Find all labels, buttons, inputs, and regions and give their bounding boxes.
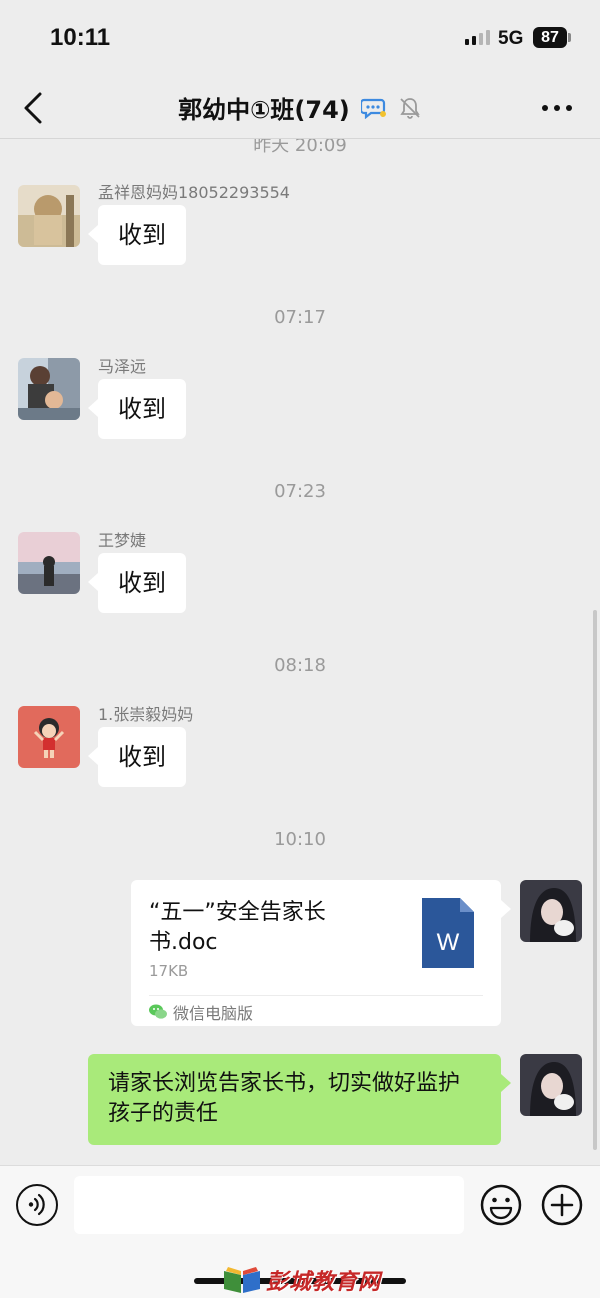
battery-icon: 87 [533,27,567,48]
file-message[interactable]: “五一”安全告家长书.doc 17KB W 微信电脑版 [131,880,511,1026]
chat-title: 郭幼中①班(74) [178,96,350,124]
more-options-button[interactable] [542,100,576,116]
my-avatar[interactable] [520,880,582,942]
status-bar: 10:11 5G 87 [0,0,600,78]
emoji-button[interactable] [480,1184,522,1226]
message-bubble[interactable]: 收到 [88,553,186,613]
file-name: “五一”安全告家长书.doc [149,900,326,955]
timestamp: 07:17 [274,307,326,328]
message-bubble-outgoing[interactable]: 请家长浏览告家长书，切实做好监护孩子的责任 [88,1054,511,1145]
watermark-text: 彭城教育网 [266,1270,382,1295]
timestamp: 10:10 [274,829,326,850]
more-functions-button[interactable] [541,1184,583,1226]
avatar[interactable] [18,706,80,768]
scrollbar[interactable] [593,610,597,1150]
sender-name: 王梦婕 [98,531,147,550]
sender-name: 1.张崇毅妈妈 [98,705,194,724]
book-logo-icon [224,1267,260,1293]
more-dots-icon [542,105,548,111]
word-file-icon: W [422,898,474,968]
network-type: 5G [498,28,524,49]
voice-icon [28,1193,45,1216]
sender-name: 马泽远 [98,357,147,376]
message-bubble[interactable]: 收到 [88,205,186,265]
file-source-label: 微信电脑版 [173,1004,254,1023]
watermark: 彭城教育网 [222,1264,381,1296]
status-time: 10:11 [50,24,111,51]
file-divider [149,995,483,996]
avatar[interactable] [18,532,80,594]
timestamp: 昨天 20:09 [253,139,347,156]
wechat-pc-icon [149,1004,167,1019]
timestamp: 07:23 [274,481,326,502]
sender-name: 孟祥恩妈妈18052293554 [98,183,290,202]
file-source: 微信电脑版 [149,1000,253,1024]
battery-cap [568,33,571,42]
message-input[interactable] [74,1176,464,1234]
voice-button[interactable] [16,1184,58,1226]
group-chat-icon [360,98,386,119]
input-bar: 彭城教育网 [0,1165,600,1298]
plus-icon [541,1184,583,1226]
chat-header: 郭幼中①班(74) [0,78,600,138]
mute-bell-icon [400,97,420,119]
svg-text:W: W [437,929,460,956]
message-bubble[interactable]: 收到 [88,379,186,439]
message-bubble[interactable]: 收到 [88,727,186,787]
signal-strength-icon [465,30,490,45]
timestamp: 08:18 [274,655,326,676]
my-avatar[interactable] [520,1054,582,1116]
emoji-icon [480,1184,522,1226]
avatar[interactable] [18,185,80,247]
avatar[interactable] [18,358,80,420]
file-size: 17KB [149,962,189,980]
message-list[interactable]: 昨天 20:09 孟祥恩妈妈18052293554 收到 07:17 马泽远 收… [0,139,600,1165]
